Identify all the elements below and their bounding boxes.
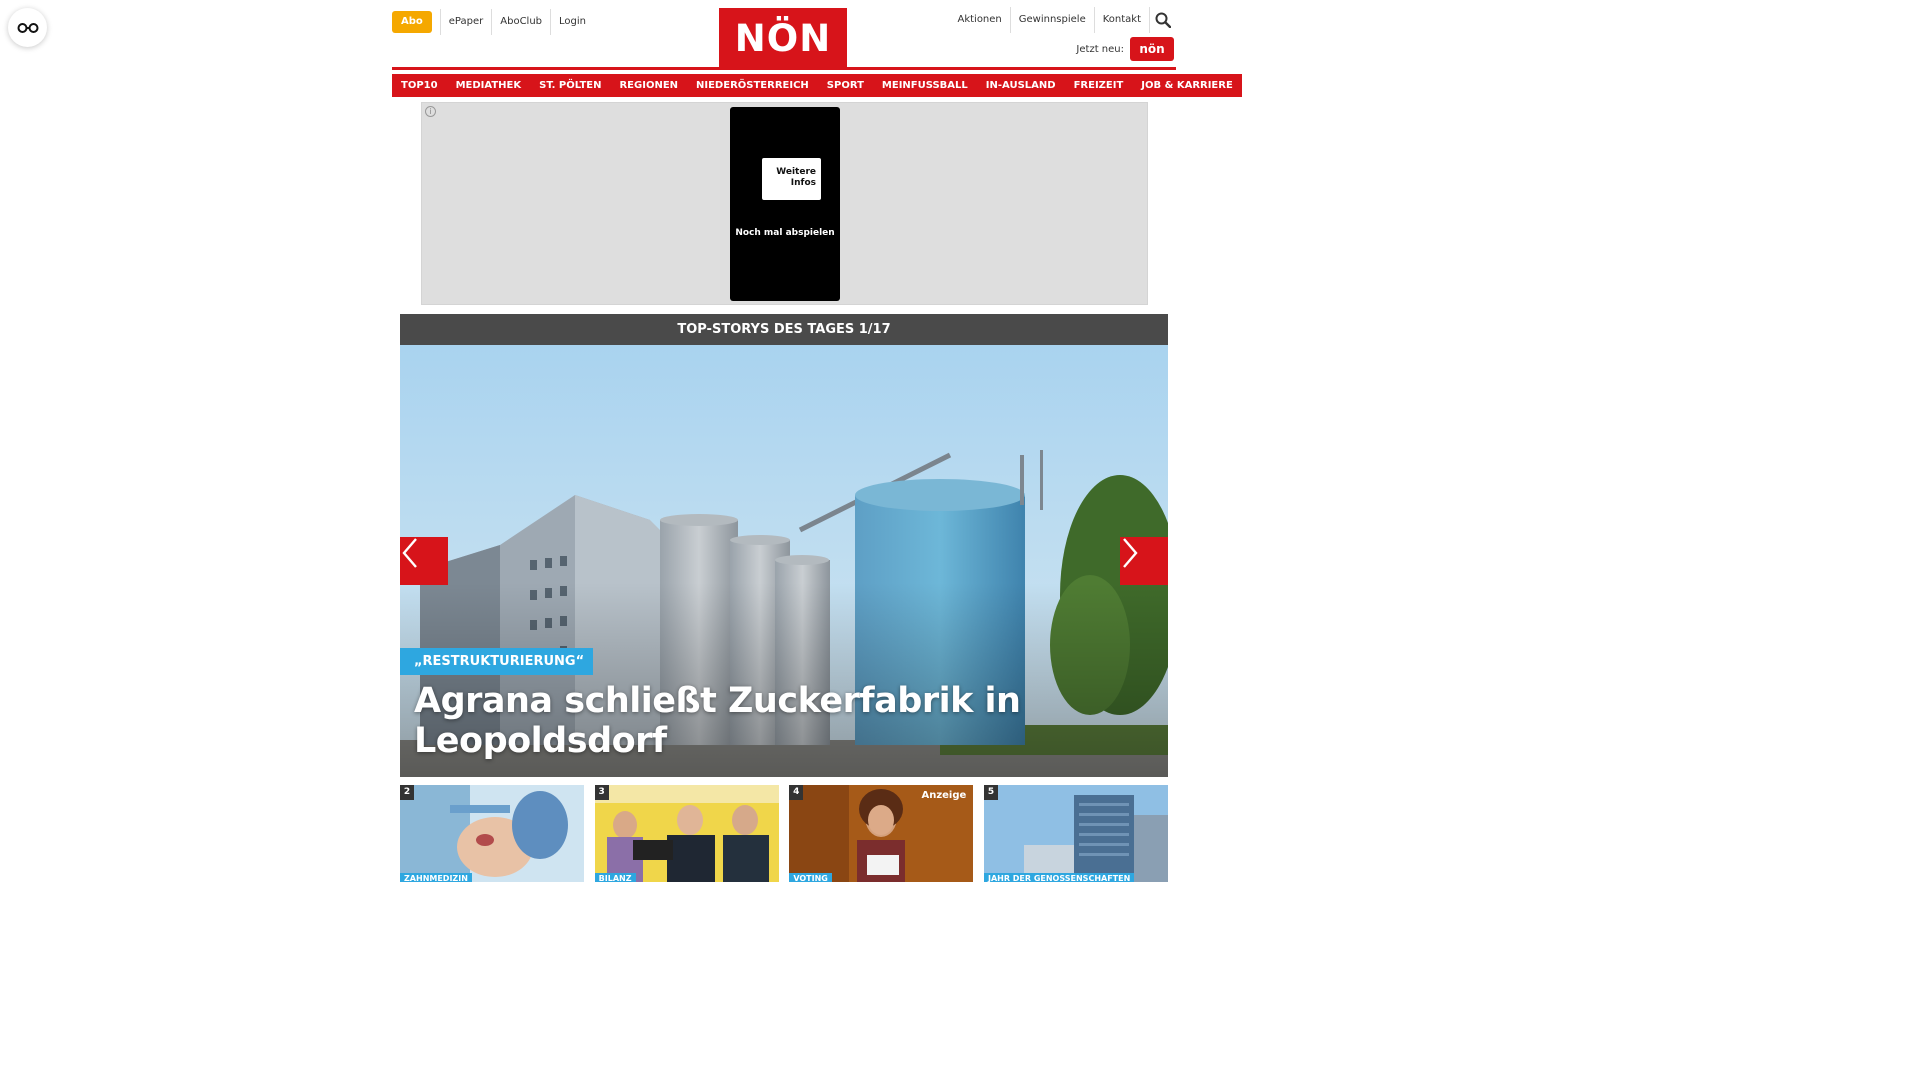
teaser-image: [983, 785, 1168, 882]
jetzt-neu-logo[interactable]: nön: [1130, 37, 1174, 61]
search-icon: [1155, 12, 1171, 28]
nav-item-st-poelten[interactable]: ST. PÖLTEN: [530, 74, 611, 97]
top-bar: Abo ePaper AboClub Login NÖN Aktionen Ge…: [392, 0, 1176, 70]
epaper-link[interactable]: ePaper: [439, 9, 493, 35]
nav-item-job-karriere[interactable]: JOB & KARRIERE: [1132, 74, 1242, 97]
replay-button[interactable]: Noch mal abspielen: [730, 227, 840, 239]
login-link[interactable]: Login: [551, 9, 594, 35]
nav-item-in-ausland[interactable]: IN-AUSLAND: [976, 74, 1065, 97]
nav-item-sport[interactable]: SPORT: [817, 74, 873, 97]
nav-item-niederoesterreich[interactable]: NIEDERÖSTERREICH: [687, 74, 818, 97]
teaser-tag: JAHR DER GENOSSENSCHAFTEN: [983, 873, 1135, 882]
ad-badge: Anzeige: [921, 790, 967, 801]
aktionen-link[interactable]: Aktionen: [949, 7, 1011, 33]
aboclub-link[interactable]: AboClub: [492, 9, 552, 35]
gewinnspiele-link[interactable]: Gewinnspiele: [1011, 7, 1095, 33]
story-kicker: „RESTRUKTURIERUNG“: [400, 648, 594, 675]
header-divider: [392, 67, 1176, 70]
teaser-card[interactable]: 2 ZAHNMEDIZIN: [400, 785, 584, 882]
accessibility-button[interactable]: [8, 8, 47, 47]
nav-item-freizeit[interactable]: FREIZEIT: [1064, 74, 1133, 97]
chevron-right-icon: [1123, 538, 1138, 568]
teaser-number: 2: [400, 785, 414, 800]
kontakt-link[interactable]: Kontakt: [1095, 7, 1150, 33]
teaser-number: 3: [594, 785, 609, 800]
main-nav: TOP10 MEDIATHEK ST. PÖLTEN REGIONEN NIED…: [392, 74, 1242, 97]
nav-item-mediathek[interactable]: MEDIATHEK: [446, 74, 531, 97]
top-right-links: Aktionen Gewinnspiele Kontakt: [949, 7, 1176, 33]
ad-banner: i Weitere Infos Noch mal abspielen: [421, 102, 1148, 305]
top-stories-header: TOP-STORYS DES TAGES 1/17: [400, 314, 1168, 345]
teaser-number: 4: [789, 785, 804, 800]
hero-slide[interactable]: „RESTRUKTURIERUNG“ Agrana schließt Zucke…: [400, 345, 1168, 777]
abo-button[interactable]: Abo: [392, 11, 432, 33]
jetzt-neu: Jetzt neu: nön: [1076, 37, 1174, 61]
jetzt-neu-label: Jetzt neu:: [1076, 43, 1124, 55]
more-info-button[interactable]: Weitere Infos: [762, 158, 821, 200]
nav-item-meinfussball[interactable]: MEINFUSSBALL: [872, 74, 977, 97]
search-button[interactable]: [1150, 7, 1176, 33]
chevron-left-icon: [402, 538, 417, 568]
top-left-links: Abo ePaper AboClub Login: [392, 9, 594, 35]
story-headline[interactable]: Agrana schließt Zuckerfabrik in Leopolds…: [414, 681, 1134, 761]
teaser-card[interactable]: 4 Anzeige VOTING: [789, 785, 974, 882]
site-logo[interactable]: NÖN: [719, 8, 847, 68]
teaser-tag: VOTING: [789, 873, 832, 882]
teaser-tag: ZAHNMEDIZIN: [400, 873, 472, 882]
teaser-image: [594, 785, 779, 882]
ad-info-icon[interactable]: i: [425, 106, 436, 117]
teaser-tag: BILANZ: [594, 873, 636, 882]
teaser-card[interactable]: 5 JAHR DER GENOSSENSCHAFTEN: [983, 785, 1168, 882]
glasses-icon: [17, 22, 38, 33]
page-container: Abo ePaper AboClub Login NÖN Aktionen Ge…: [392, 0, 1242, 882]
slider-next-button[interactable]: [1120, 537, 1168, 585]
ad-video-player[interactable]: Weitere Infos Noch mal abspielen: [730, 107, 840, 301]
teaser-card[interactable]: 3 BILANZ: [594, 785, 779, 882]
story-teasers: 2 ZAHNMEDIZIN 3 BILANZ 4 Anzeige VOTING …: [400, 785, 1168, 882]
nav-item-regionen[interactable]: REGIONEN: [610, 74, 688, 97]
teaser-image: [400, 785, 584, 882]
teaser-number: 5: [983, 785, 998, 800]
slider-prev-button[interactable]: [400, 537, 448, 585]
nav-item-top10[interactable]: TOP10: [392, 74, 447, 97]
